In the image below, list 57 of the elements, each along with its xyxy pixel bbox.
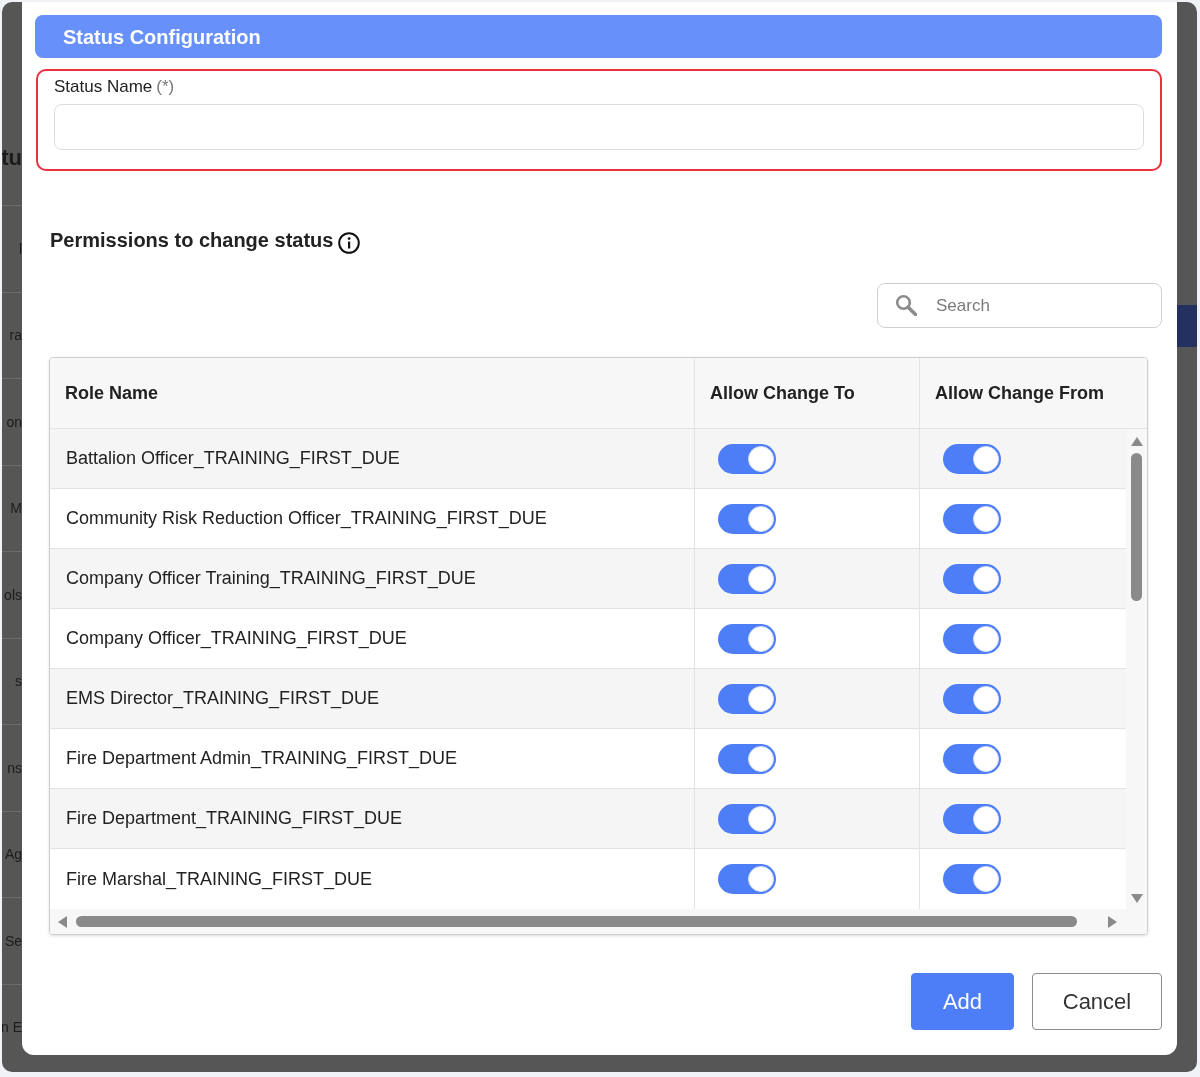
highlight-bar: [1177, 305, 1197, 347]
scroll-down-arrow-icon[interactable]: [1130, 894, 1143, 903]
scroll-up-arrow-icon[interactable]: [1130, 437, 1143, 446]
toggle-switch[interactable]: [943, 503, 1001, 534]
column-header: Allow Change To: [710, 381, 855, 405]
scroll-right-arrow-icon[interactable]: [1108, 915, 1117, 928]
page-row-fragment: ns: [7, 760, 22, 775]
status-name-input[interactable]: [54, 104, 1144, 150]
role-name: Fire Department_TRAINING_FIRST_DUE: [66, 807, 403, 831]
cancel-button[interactable]: Cancel: [1032, 973, 1162, 1030]
page-row-fragment: Se: [4, 933, 22, 948]
page-row-fragment: ols: [4, 587, 22, 602]
toggle-switch[interactable]: [943, 443, 1001, 474]
page-row-fragment: l: [18, 241, 22, 256]
page-row-fragment: M: [10, 501, 22, 516]
toggle-switch[interactable]: [943, 864, 1001, 894]
role-name: Company Officer Training_TRAINING_FIRST_DUE: [66, 567, 476, 591]
role-name: Community Risk Reduction Officer_TRAINING_FIRST_DUE: [66, 507, 547, 531]
scrollbar-thumb[interactable]: [1131, 453, 1142, 601]
column-header: Role Name: [65, 381, 159, 405]
scroll-left-arrow-icon[interactable]: [58, 915, 67, 928]
page-row-fragment: n E: [2, 1020, 22, 1035]
scrollbar-thumb[interactable]: [76, 916, 1077, 927]
toggle-switch[interactable]: [943, 623, 1001, 654]
role-name: Fire Marshal_TRAINING_FIRST_DUE: [66, 867, 373, 892]
page-row-fragment: Ag: [4, 847, 22, 862]
column-header: Allow Change From: [935, 381, 1104, 405]
page-row-fragment: s: [15, 674, 22, 689]
toggle-switch[interactable]: [718, 503, 776, 534]
toggle-switch[interactable]: [718, 683, 776, 714]
toggle-switch[interactable]: [718, 864, 776, 894]
vertical-scrollbar[interactable]: [1126, 429, 1147, 909]
page-heading-fragment: tu: [2, 147, 22, 169]
role-name: Battalion Officer_TRAINING_FIRST_DUE: [66, 447, 400, 471]
toggle-switch[interactable]: [943, 803, 1001, 834]
search-icon: [895, 294, 917, 316]
toggle-switch[interactable]: [943, 563, 1001, 594]
info-icon[interactable]: [338, 231, 361, 254]
toggle-switch[interactable]: [718, 443, 776, 474]
add-button[interactable]: Add: [911, 973, 1014, 1030]
toggle-switch[interactable]: [718, 563, 776, 594]
toggle-switch[interactable]: [943, 743, 1001, 774]
role-name: Company Officer_TRAINING_FIRST_DUE: [66, 627, 407, 651]
field-label: Status Name: [54, 76, 153, 99]
section-heading: Permissions to change status: [50, 228, 334, 253]
role-name: Fire Department Admin_TRAINING_FIRST_DUE: [66, 747, 458, 771]
toggle-switch[interactable]: [718, 743, 776, 774]
dialog-title: Status Configuration: [63, 24, 261, 50]
page-row-fragment: ra: [9, 328, 22, 343]
required-mark: (*): [156, 76, 175, 99]
horizontal-scrollbar[interactable]: [50, 909, 1147, 934]
page-row-fragment: on: [6, 414, 22, 429]
toggle-switch[interactable]: [718, 803, 776, 834]
search-field[interactable]: Search: [877, 283, 1162, 328]
role-name: EMS Director_TRAINING_FIRST_DUE: [66, 687, 380, 711]
toggle-switch[interactable]: [943, 683, 1001, 714]
toggle-switch[interactable]: [718, 623, 776, 654]
